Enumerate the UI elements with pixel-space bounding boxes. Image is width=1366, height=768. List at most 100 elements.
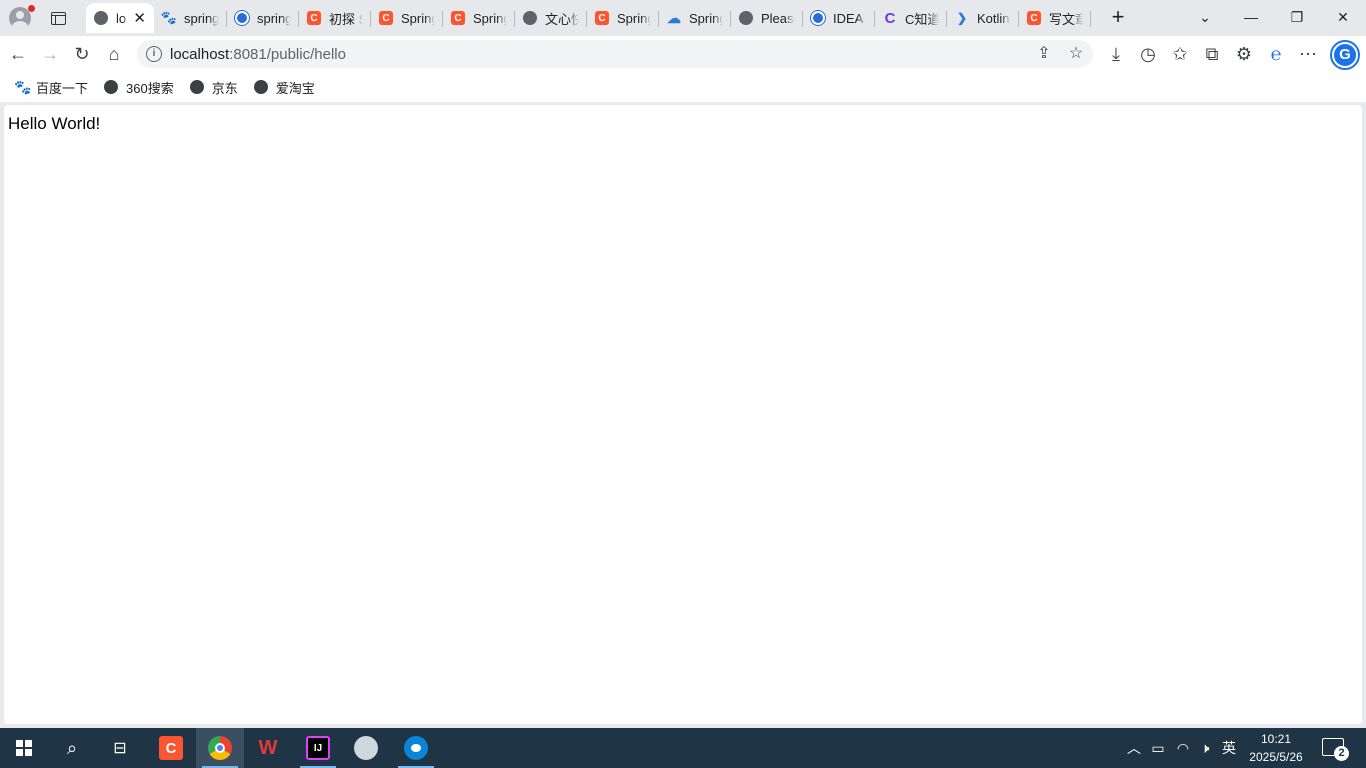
tab-strip: localhost ✕ 🐾 spring spring C 初探 S C Spr… bbox=[0, 0, 1366, 36]
baidu-icon: 🐾 bbox=[14, 79, 32, 95]
tab-spring-csdn-3[interactable]: C Spring bbox=[587, 3, 659, 33]
tab-spring-cloud[interactable]: ☁ Spring bbox=[659, 3, 731, 33]
vertical-tabs-button[interactable] bbox=[44, 6, 72, 30]
back-button[interactable]: ← bbox=[5, 41, 31, 67]
extensions-button[interactable]: ⚙ bbox=[1231, 41, 1257, 67]
circle-blue-icon bbox=[234, 10, 250, 26]
page-text: Hello World! bbox=[8, 114, 101, 133]
plus-icon: + bbox=[1111, 4, 1125, 29]
collections-icon: ⧉ bbox=[1205, 43, 1219, 64]
share-icon[interactable]: ⇪ bbox=[1033, 43, 1055, 65]
globe-icon bbox=[104, 80, 119, 94]
restore-icon: ❐ bbox=[1290, 9, 1304, 25]
history-icon: ◷ bbox=[1140, 43, 1156, 64]
tab-title: 初探 S bbox=[329, 11, 363, 27]
star-icon[interactable]: ☆ bbox=[1065, 43, 1087, 65]
collections-button[interactable]: ⧉ bbox=[1199, 41, 1225, 67]
tab-spring-csdn-1[interactable]: C Spring bbox=[371, 3, 443, 33]
taskbar-chrome-app[interactable] bbox=[196, 728, 244, 768]
history-button[interactable]: ◷ bbox=[1135, 41, 1161, 67]
tab-title: Spring bbox=[689, 10, 723, 26]
bookmark-jingdong[interactable]: 京东 bbox=[189, 78, 238, 97]
tab-please[interactable]: Please bbox=[731, 3, 803, 33]
tab-title: IDEA bbox=[833, 10, 864, 26]
ime-button[interactable]: 英 bbox=[1218, 728, 1240, 768]
kotlin-icon: ❯ bbox=[956, 11, 968, 25]
task-view-button[interactable]: ⊟ bbox=[96, 728, 144, 768]
tab-search-button[interactable]: ⌄ bbox=[1191, 4, 1219, 30]
downloads-button[interactable]: ⤓ bbox=[1103, 41, 1129, 67]
globe-icon bbox=[739, 11, 753, 25]
globe-icon bbox=[189, 80, 204, 94]
more-menu-button[interactable]: ⋯ bbox=[1295, 41, 1321, 67]
bookmark-aitaobao[interactable]: 爱淘宝 bbox=[253, 78, 315, 97]
globe-icon bbox=[523, 11, 537, 25]
csdn-icon: C bbox=[1027, 11, 1041, 25]
search-button[interactable]: ⌕ bbox=[48, 728, 96, 768]
taskbar-edge-app[interactable] bbox=[392, 728, 440, 768]
bookmark-label: 360搜索 bbox=[126, 80, 174, 96]
taskbar-paint-app[interactable] bbox=[342, 728, 390, 768]
home-button[interactable]: ⌂ bbox=[101, 41, 127, 67]
tab-title: localhost bbox=[116, 10, 127, 26]
url-text[interactable]: localhost:8081/public/hello bbox=[170, 46, 346, 63]
tab-spring-2[interactable]: spring bbox=[227, 3, 299, 33]
tab-list: localhost ✕ 🐾 spring spring C 初探 S C Spr… bbox=[86, 3, 1091, 33]
close-window-button[interactable]: ✕ bbox=[1329, 4, 1357, 30]
taskbar-csdn-app[interactable]: C bbox=[147, 728, 195, 768]
tab-title: Spring bbox=[401, 10, 435, 26]
volume-button[interactable]: 🕨 bbox=[1195, 728, 1215, 768]
cloud-icon: ☁ bbox=[667, 9, 681, 26]
favorites-button[interactable]: ✩ bbox=[1167, 41, 1193, 67]
tab-czhidao[interactable]: C C知道 bbox=[875, 3, 947, 33]
start-button[interactable] bbox=[0, 728, 48, 768]
tab-wenxin[interactable]: 文心快 bbox=[515, 3, 587, 33]
bookmark-label: 百度一下 bbox=[36, 80, 89, 96]
minimize-icon: — bbox=[1244, 9, 1258, 25]
globe-icon bbox=[253, 80, 268, 94]
action-center-button[interactable]: 2 bbox=[1322, 738, 1349, 761]
home-icon: ⌂ bbox=[108, 43, 120, 64]
taskbar-wps-app[interactable]: W bbox=[244, 728, 292, 768]
page-content: Hello World! bbox=[4, 105, 1362, 724]
restore-button[interactable]: ❐ bbox=[1283, 4, 1311, 30]
tray-overflow-button[interactable]: ︿ bbox=[1124, 728, 1144, 768]
edge-icon: ℮ bbox=[1270, 43, 1282, 64]
volume-muted-icon: 🕨 bbox=[1200, 740, 1210, 756]
new-tab-button[interactable]: + bbox=[1106, 6, 1130, 30]
tab-close-icon[interactable]: ✕ bbox=[133, 9, 146, 27]
browser-toolbar: ← → ↻ ⌂ i localhost:8081/public/hello ⇪ … bbox=[0, 36, 1366, 72]
tab-spring-baidu[interactable]: 🐾 spring bbox=[154, 3, 227, 33]
reload-icon: ↻ bbox=[74, 43, 90, 64]
clock-date: 2025/5/26 bbox=[1249, 750, 1303, 764]
profile-avatar-button[interactable] bbox=[7, 5, 35, 31]
site-info-icon[interactable]: i bbox=[146, 46, 162, 62]
clock-button[interactable]: 10:21 2025/5/26 bbox=[1240, 730, 1312, 766]
puzzle-icon: ⚙ bbox=[1235, 43, 1253, 64]
network-button[interactable]: ◠ bbox=[1172, 728, 1194, 768]
grammar-extension-button[interactable]: G bbox=[1330, 40, 1360, 70]
tab-title: spring bbox=[184, 10, 219, 26]
taskbar-intellij-app[interactable]: IJ bbox=[294, 728, 342, 768]
tab-spring-csdn-2[interactable]: C Spring bbox=[443, 3, 515, 33]
tab-localhost[interactable]: localhost ✕ bbox=[86, 3, 154, 33]
bookmark-360-search[interactable]: 360搜索 bbox=[104, 78, 174, 97]
tab-kotlin[interactable]: ❯ Kotlin bbox=[947, 3, 1019, 33]
tab-write-article[interactable]: C 写文章 bbox=[1019, 3, 1091, 33]
forward-button[interactable]: → bbox=[37, 41, 63, 67]
tab-title: spring bbox=[257, 10, 291, 26]
edge-extension-button[interactable]: ℮ bbox=[1263, 41, 1289, 67]
tab-chutan[interactable]: C 初探 S bbox=[299, 3, 371, 33]
csdn-icon: C bbox=[307, 11, 321, 25]
bookmark-baidu[interactable]: 🐾 百度一下 bbox=[14, 78, 88, 97]
battery-button[interactable]: ▭ bbox=[1148, 728, 1168, 768]
more-dots-icon: ⋯ bbox=[1299, 43, 1317, 64]
intellij-icon: IJ bbox=[306, 736, 330, 760]
address-bar[interactable]: i localhost:8081/public/hello ⇪ ☆ bbox=[137, 40, 1093, 68]
minimize-button[interactable]: — bbox=[1237, 4, 1265, 30]
reload-button[interactable]: ↻ bbox=[69, 41, 95, 67]
tab-idea[interactable]: IDEA bbox=[803, 3, 875, 33]
wifi-icon: ◠ bbox=[1176, 740, 1190, 756]
download-icon: ⤓ bbox=[1112, 43, 1120, 64]
tab-title: Spring bbox=[473, 10, 507, 26]
